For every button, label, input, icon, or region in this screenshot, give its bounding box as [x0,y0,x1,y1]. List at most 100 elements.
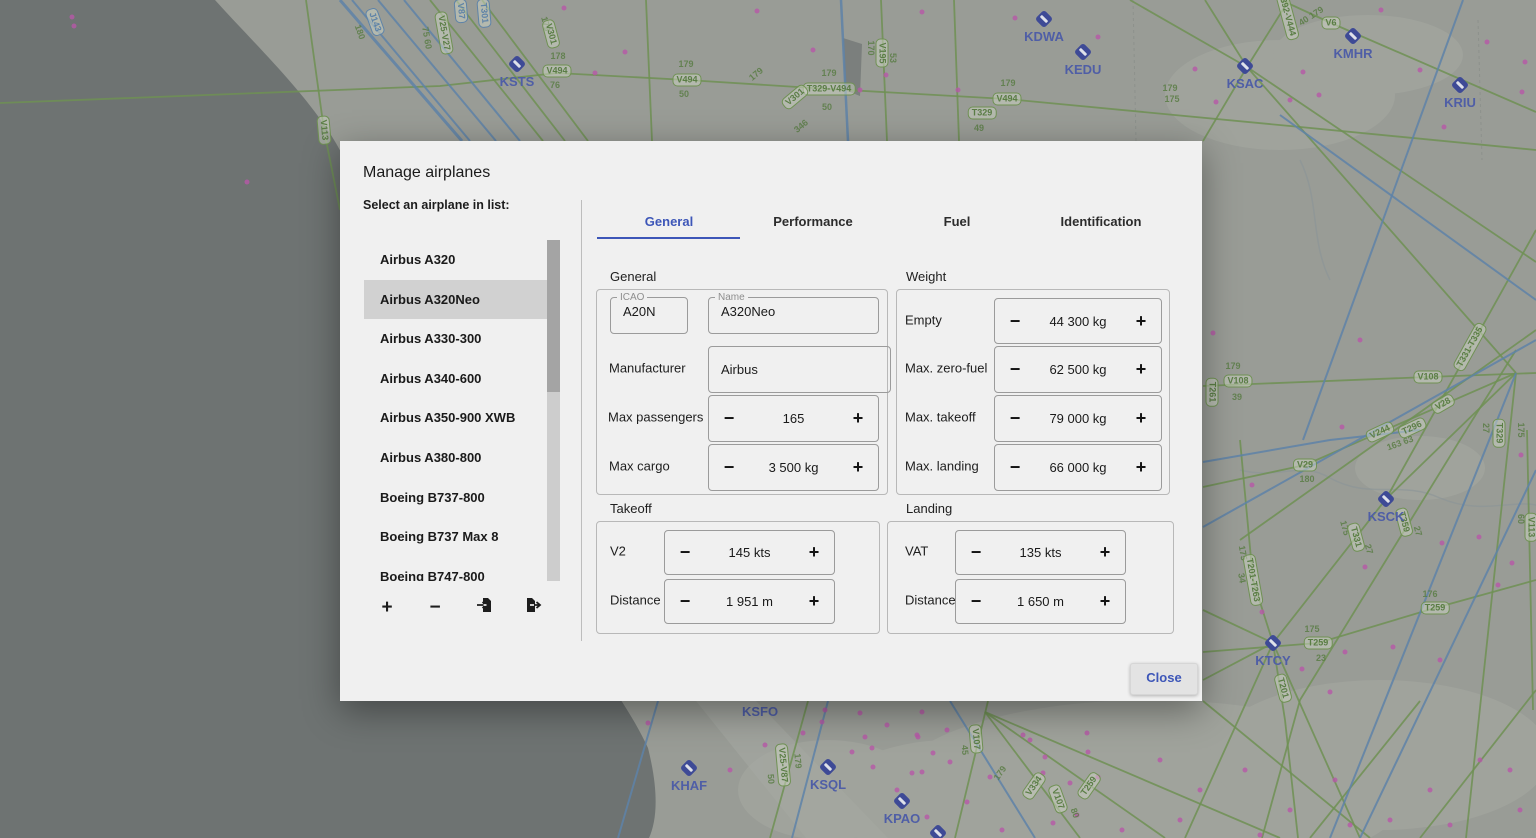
airport-label: KHAF [671,778,707,793]
increment-button[interactable]: + [1085,542,1125,563]
max-landing-value[interactable]: 66 000 kg [1035,460,1121,475]
vat-stepper: − 135 kts + [955,530,1126,575]
airplane-list-item[interactable]: Airbus A380-800 [364,438,547,478]
obstacle-dot [1442,125,1447,130]
obstacle-dot [1096,35,1101,40]
decrement-button[interactable]: − [956,542,996,563]
airport-icon [1236,57,1254,75]
manufacturer-field-value: Airbus [721,362,758,377]
name-field[interactable]: Name A320Neo [708,292,879,334]
increment-button[interactable]: + [1121,311,1161,332]
airplane-list-item[interactable]: Airbus A350-900 XWB [364,398,547,438]
takeoff-distance-value[interactable]: 1 951 m [705,594,794,609]
increment-button[interactable]: + [794,542,834,563]
vat-value[interactable]: 135 kts [996,545,1085,560]
airplane-list-item[interactable]: Airbus A320Neo [364,280,547,320]
decrement-button[interactable]: − [665,542,705,563]
manufacturer-label: Manufacturer [609,361,686,376]
airplane-list-item[interactable]: Boeing B737-800 [364,478,547,518]
decrement-button[interactable]: − [995,457,1035,478]
obstacle-dot [1243,768,1248,773]
obstacle-dot [1258,833,1263,838]
obstacle-dot [811,48,816,53]
obstacle-dot [931,751,936,756]
tab-identification[interactable]: Identification [1029,207,1173,237]
obstacle-dot [593,71,598,76]
airplane-list-item[interactable]: Boeing B737 Max 8 [364,517,547,557]
obstacle-dot [1051,821,1056,826]
decrement-button[interactable]: − [995,359,1035,380]
increment-button[interactable]: + [1121,408,1161,429]
airway-badge: T201 [1273,673,1293,704]
icao-field[interactable]: ICAO A20N [610,292,688,334]
increment-button[interactable]: + [838,457,878,478]
obstacle-dot [1343,650,1348,655]
decrement-button[interactable]: − [709,408,749,429]
increment-button[interactable]: + [1121,359,1161,380]
icao-field-value[interactable]: A20N [611,303,687,319]
airway-altitude-number: 175 [1516,422,1526,437]
obstacle-dot [646,721,651,726]
manufacturer-field[interactable]: Airbus [708,346,891,393]
airway-badge: T329-V494 [803,83,856,96]
airplane-list-item[interactable]: Airbus A340-600 [364,359,547,399]
airport-icon [1035,10,1053,28]
active-tab-indicator [597,237,740,239]
obstacle-dot [820,720,825,725]
tab-performance[interactable]: Performance [741,207,885,237]
max-passengers-value[interactable]: 165 [749,411,838,426]
decrement-button[interactable]: − [995,408,1035,429]
airway-badge: V195 [876,38,889,67]
airport-icon [1074,43,1092,61]
obstacle-dot [1300,667,1305,672]
obstacle-dot [1363,565,1368,570]
obstacle-dot [1388,818,1393,823]
airplane-list[interactable]: Airbus A320Airbus A320NeoAirbus A330-300… [364,240,547,581]
increment-button[interactable]: + [794,591,834,612]
increment-button[interactable]: + [1121,457,1161,478]
airway-badge: V392-V444 [1274,0,1300,41]
obstacle-dot [1193,67,1198,72]
landing-distance-value[interactable]: 1 650 m [996,594,1085,609]
landing-distance-label: Distance [905,593,956,608]
list-scrollbar-track[interactable] [547,240,560,581]
airport-label: KSQL [810,777,846,792]
takeoff-section-label: Takeoff [610,501,652,516]
tab-fuel[interactable]: Fuel [885,207,1029,237]
v2-label: V2 [610,544,626,559]
obstacle-dot [70,15,75,20]
list-scrollbar-thumb[interactable] [547,240,560,392]
max-takeoff-value[interactable]: 79 000 kg [1035,411,1121,426]
obstacle-dot [910,771,915,776]
decrement-button[interactable]: − [709,457,749,478]
obstacle-dot [1348,823,1353,828]
airplane-list-label: Select an airplane in list: [363,198,510,212]
export-airplane-button[interactable] [520,595,546,621]
airplane-list-item[interactable]: Airbus A320 [364,240,547,280]
airway-altitude-number: 175 [1164,94,1179,104]
obstacle-dot [863,735,868,740]
decrement-button[interactable]: − [956,591,996,612]
max-zero-fuel-value[interactable]: 62 500 kg [1035,362,1121,377]
obstacle-dot [956,88,961,93]
tab-general[interactable]: General [597,207,741,237]
obstacle-dot [1418,68,1423,73]
max-cargo-value[interactable]: 3 500 kg [749,460,838,475]
increment-button[interactable]: + [838,408,878,429]
vat-label: VAT [905,544,928,559]
airway-altitude-number: 176 [1422,589,1437,599]
remove-airplane-button[interactable]: − [422,595,448,621]
empty-weight-value[interactable]: 44 300 kg [1035,314,1121,329]
v2-value[interactable]: 145 kts [705,545,794,560]
airplane-list-item[interactable]: Boeing B747-800 [364,557,547,581]
increment-button[interactable]: + [1085,591,1125,612]
airway-altitude-number: 175 [1304,624,1319,634]
name-field-value[interactable]: A320Neo [709,303,878,319]
airway-altitude-number: 27 [1481,423,1491,433]
decrement-button[interactable]: − [995,311,1035,332]
import-airplane-button[interactable] [472,595,498,621]
decrement-button[interactable]: − [665,591,705,612]
close-button[interactable]: Close [1130,663,1198,695]
airplane-list-item[interactable]: Airbus A330-300 [364,319,547,359]
add-airplane-button[interactable]: + [374,595,400,621]
